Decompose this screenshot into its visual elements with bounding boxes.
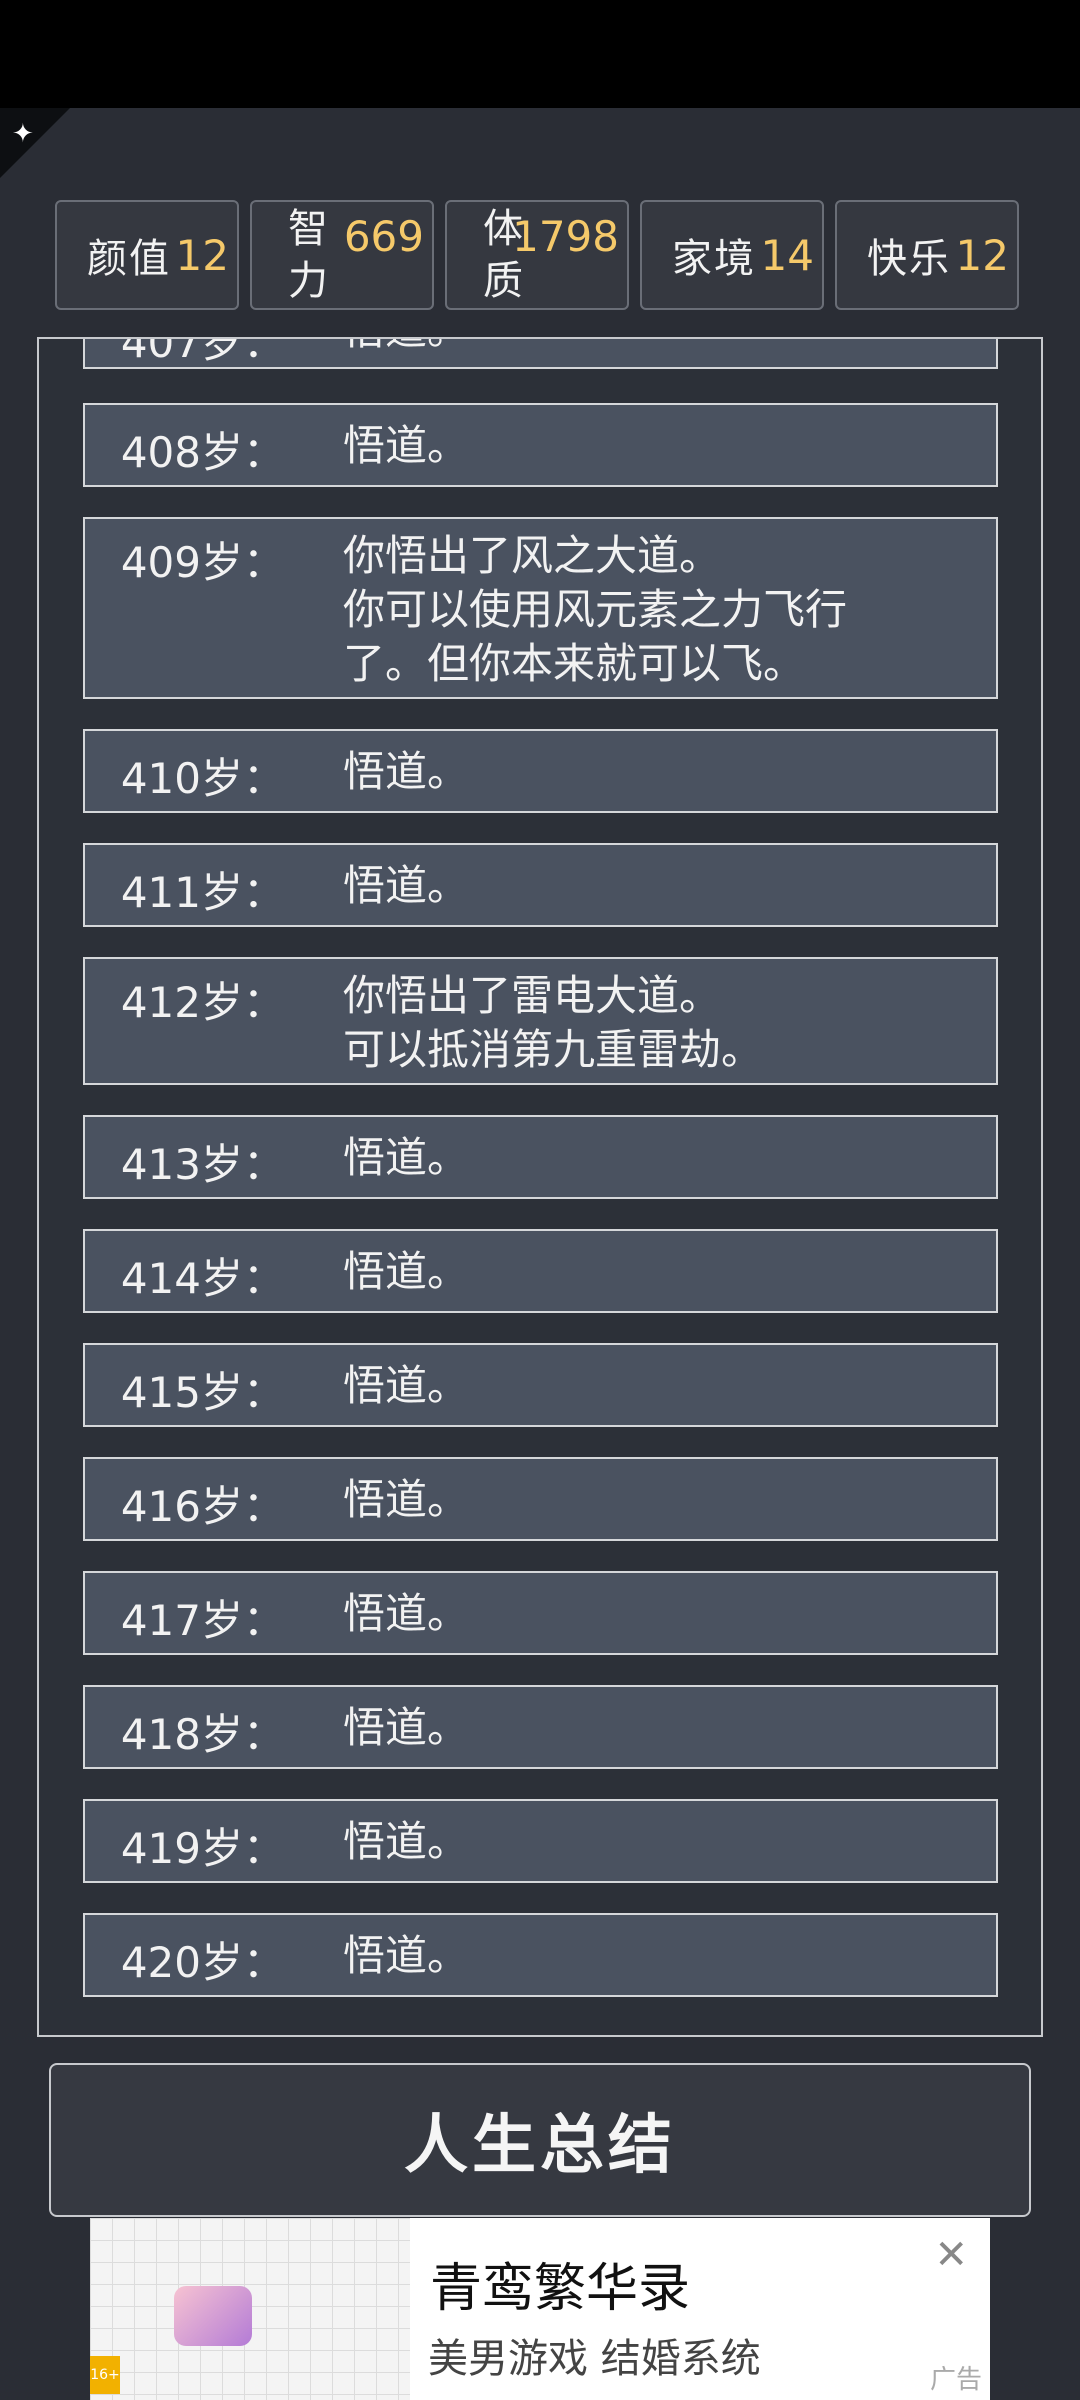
log-entry: 413岁： 悟道。 [83,1115,998,1199]
entry-age: 418岁： [120,1710,285,1759]
life-log[interactable]: 407岁： 悟道。 408岁： 悟道。 409岁： 你悟出了风之大道。你可以使用风元素… [37,337,1043,2037]
log-entry: 412岁： 你悟出了雷电大道。 可以抵消第九重雷劫。 [83,957,998,1085]
entry-text-line: 悟道。 [343,747,470,796]
entry-age: 407岁： [120,337,285,367]
entry-age: 408岁： [120,428,285,477]
entry-text-line: 你可以使用风元素之力飞行 [343,585,848,634]
entry-age: 419岁： [120,1824,285,1873]
stat-constitution: 体质 1798 [445,200,629,310]
entry-text-line: 悟道。 [343,861,470,910]
ad-banner[interactable]: 16+ 青鸾繁华录 美男游戏 结婚系统 ✕ 广告 [90,2218,990,2400]
entry-text-line: 悟道。 [343,1247,470,1296]
entry-text-line: 了。但你本来就可以飞。 [343,639,806,688]
entry-text: 悟道。 [343,339,963,357]
entry-text-line: 悟道。 [343,421,470,470]
entry-age: 414岁： [120,1254,285,1303]
close-icon[interactable]: ✕ [934,2232,968,2278]
log-entry: 409岁： 你悟出了风之大道。你可以使用风元素之力飞行 了。但你本来就可以飞。 [83,517,998,699]
stat-value: 1798 [512,212,619,261]
status-bar [0,0,1080,108]
stat-label: 智力 [288,206,330,304]
log-entry: 411岁： 悟道。 [83,843,998,927]
ad-thumbnail[interactable]: 16+ [90,2218,410,2400]
entry-text-line: 悟道。 [343,1589,470,1638]
stat-value: 14 [760,230,814,280]
log-entry: 408岁： 悟道。 [83,403,998,487]
entry-age: 413岁： [120,1140,285,1189]
stat-intelligence: 智力 669 [250,200,434,310]
log-entry: 416岁： 悟道。 [83,1457,998,1541]
stats-bar: 颜值 12 智力 669 体质 1798 家境 14 快乐 12 [55,200,1025,312]
stat-label: 颜值 [87,236,171,282]
entry-text-line: 悟道。 [343,1931,470,1980]
ad-label: 广告 [929,2365,982,2395]
stat-value: 669 [343,212,424,261]
entry-text-line: 你悟出了风之大道。 [343,531,722,580]
log-entry-partial: 407岁： 悟道。 [83,337,998,369]
entry-age: 416岁： [120,1482,285,1531]
stat-happiness: 快乐 12 [835,200,1019,310]
entry-age: 410岁： [120,754,285,803]
stat-value: 12 [955,230,1009,280]
entry-age: 409岁： [120,538,285,587]
entry-text-line: 悟道。 [343,1133,470,1182]
entry-text-line: 你悟出了雷电大道。 [343,971,722,1020]
ad-subtitle[interactable]: 美男游戏 结婚系统 [428,2326,761,2384]
stat-family: 家境 14 [640,200,824,310]
age-rating-badge: 16+ [90,2356,120,2394]
entry-text-line: 悟道。 [343,1475,470,1524]
ad-app-icon [174,2286,252,2346]
log-entry: 414岁： 悟道。 [83,1229,998,1313]
log-entry: 410岁： 悟道。 [83,729,998,813]
stat-appearance: 颜值 12 [55,200,239,310]
log-entry: 419岁： 悟道。 [83,1799,998,1883]
entry-text-line: 悟道。 [343,1703,470,1752]
log-entry: 417岁： 悟道。 [83,1571,998,1655]
entry-text-line: 可以抵消第九重雷劫。 [343,1025,764,1074]
menu-corner-icon[interactable]: ✦ [12,118,44,150]
log-entry: 415岁： 悟道。 [83,1343,998,1427]
stat-label: 家境 [672,236,756,282]
stat-value: 12 [175,230,229,280]
log-entry: 420岁： 悟道。 [83,1913,998,1997]
entry-age: 417岁： [120,1596,285,1645]
entry-age: 415岁： [120,1368,285,1417]
life-summary-button[interactable]: 人生总结 [49,2063,1031,2217]
log-entry: 418岁： 悟道。 [83,1685,998,1769]
entry-age: 412岁： [120,978,285,1027]
entry-text-line: 悟道。 [343,1361,470,1410]
entry-age: 411岁： [120,868,285,917]
ad-title[interactable]: 青鸾繁华录 [430,2246,690,2321]
entry-age: 420岁： [120,1938,285,1987]
entry-text-line: 悟道。 [343,1817,470,1866]
stat-label: 快乐 [867,236,951,282]
